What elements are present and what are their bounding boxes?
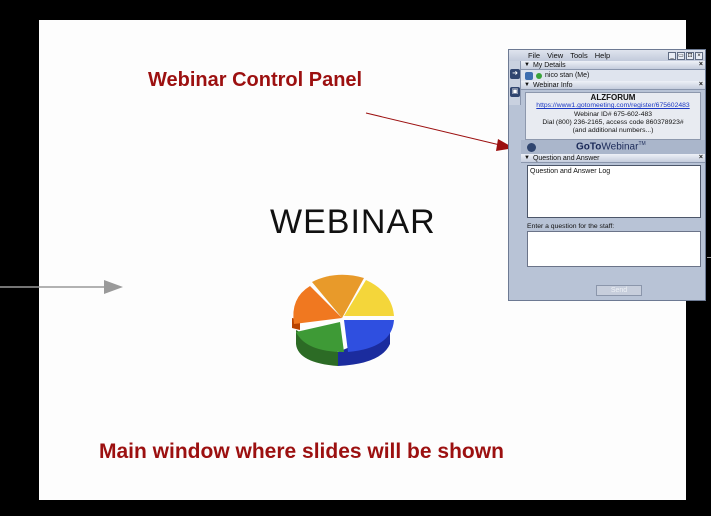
menu-tools[interactable]: Tools: [570, 51, 588, 60]
status-dot-icon: [536, 72, 542, 79]
webinar-id: Webinar ID# 675-602-483: [573, 110, 653, 118]
collapse-triangle-icon[interactable]: ▼: [524, 62, 530, 68]
gotowebinar-logo-icon[interactable]: [527, 142, 536, 152]
webinar-control-panel: File View Tools Help _ ▭ ⊡ × ➜ ▣ ▼ My De…: [508, 49, 706, 301]
my-details-header[interactable]: ▼ My Details ×: [521, 61, 705, 70]
close-button[interactable]: ×: [695, 51, 703, 60]
pie-chart-graphic: [292, 274, 394, 366]
my-details-title: My Details: [532, 61, 566, 69]
qa-title: Question and Answer: [532, 154, 600, 162]
edge-tick: [707, 257, 711, 258]
left-arrow-icon: [0, 280, 123, 294]
dock-arrow-icon[interactable]: ➜: [510, 69, 520, 79]
menu-file[interactable]: File: [528, 51, 540, 60]
undock-button[interactable]: ⊡: [686, 51, 694, 60]
organizer-name: ALZFORUM: [590, 93, 636, 102]
collapse-triangle-icon[interactable]: ▼: [524, 82, 530, 88]
restore-button[interactable]: ▭: [677, 51, 685, 60]
brand-row: GoToWebinarTM: [521, 140, 705, 154]
section-close-icon[interactable]: ×: [699, 154, 703, 161]
microphone-icon[interactable]: [525, 71, 533, 80]
attendee-row[interactable]: nico stan (Me): [521, 70, 705, 81]
qa-log-text: Question and Answer Log: [530, 168, 611, 175]
panel-menubar: File View Tools Help _ ▭ ⊡ ×: [509, 50, 705, 61]
panel-arrow-icon: [365, 112, 514, 151]
webinar-info-header[interactable]: ▼ Webinar Info ×: [521, 81, 705, 90]
brand-logo: GoToWebinarTM: [576, 141, 646, 153]
registration-link[interactable]: https://www1.gotomeeting.com/register/67…: [526, 102, 700, 110]
question-input-label: Enter a question for the staff:: [527, 223, 615, 230]
webinar-info-box: ALZFORUM https://www1.gotomeeting.com/re…: [525, 92, 701, 140]
qa-log: Question and Answer Log: [527, 165, 701, 218]
qa-header[interactable]: ▼ Question and Answer ×: [521, 154, 705, 163]
collapse-triangle-icon[interactable]: ▼: [524, 155, 530, 161]
webinar-info-title: Webinar Info: [532, 81, 573, 89]
minimize-button[interactable]: _: [668, 51, 676, 60]
menu-help[interactable]: Help: [595, 51, 610, 60]
attendee-name: nico stan (Me): [545, 72, 590, 79]
menu-view[interactable]: View: [547, 51, 563, 60]
question-input[interactable]: [527, 231, 701, 267]
panel-dock: ➜ ▣: [509, 61, 521, 105]
send-button[interactable]: Send: [596, 285, 642, 296]
window-controls: _ ▭ ⊡ ×: [668, 51, 705, 60]
additional-numbers: (and additional numbers...): [572, 127, 654, 135]
dock-panel-icon[interactable]: ▣: [510, 87, 520, 97]
section-close-icon[interactable]: ×: [699, 61, 703, 68]
dial-in-info: Dial (800) 236-2165, access code 8603789…: [542, 118, 684, 126]
section-close-icon[interactable]: ×: [699, 81, 703, 88]
